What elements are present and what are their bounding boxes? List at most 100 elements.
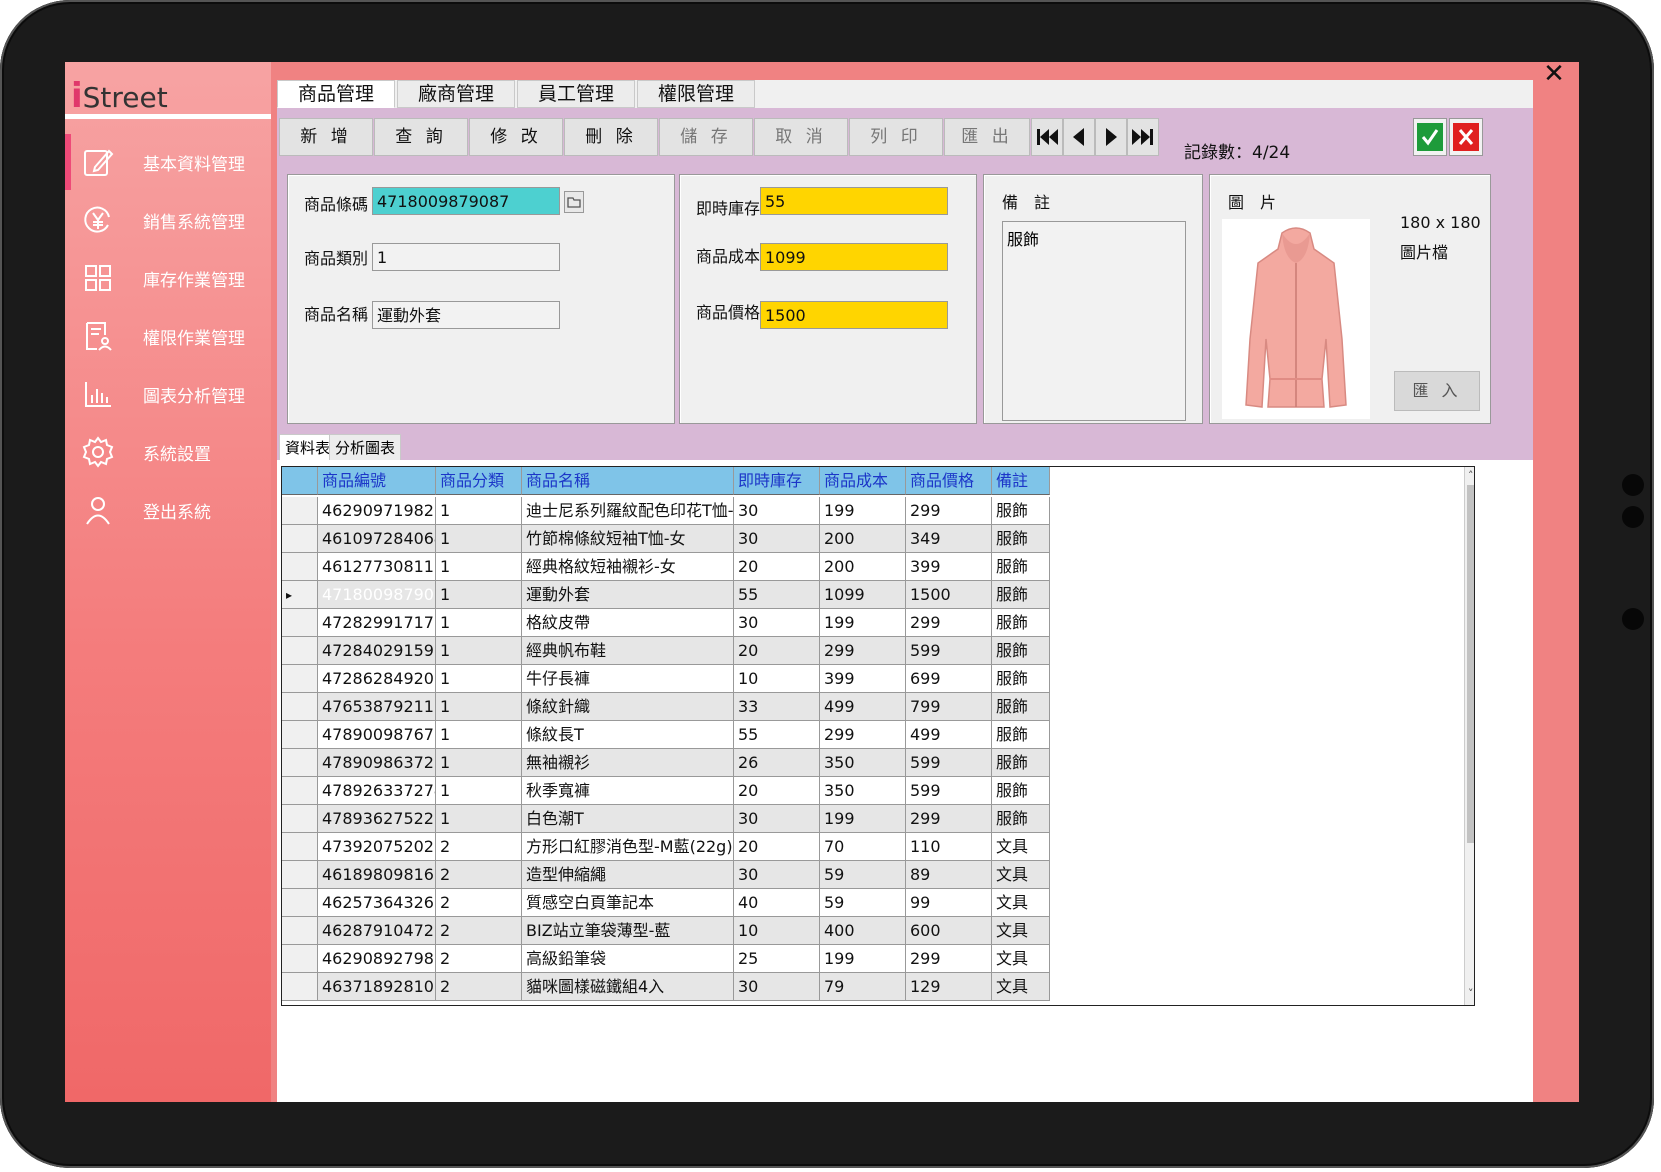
- table-row[interactable]: 46189809816782造型伸縮繩305989文具: [282, 861, 1474, 889]
- table-row[interactable]: 47392075202152方形口紅膠消色型-M藍(22g)1入2070110文…: [282, 833, 1474, 861]
- table-cell[interactable]: 599: [906, 749, 992, 777]
- table-cell[interactable]: 牛仔長褲: [522, 665, 734, 693]
- tab-permissions[interactable]: 權限管理: [637, 80, 756, 108]
- table-cell[interactable]: 高級鉛筆袋: [522, 945, 734, 973]
- table-row[interactable]: 46109728406441竹節棉條紋短袖T恤-女30200349服飾: [282, 525, 1474, 553]
- table-cell[interactable]: 499: [820, 693, 906, 721]
- table-cell[interactable]: 服飾: [992, 497, 1050, 525]
- reject-button[interactable]: [1449, 118, 1483, 156]
- table-cell[interactable]: 白色潮T: [522, 805, 734, 833]
- row-selector[interactable]: [282, 833, 318, 861]
- tab-analysis-chart[interactable]: 分析圖表: [329, 434, 402, 462]
- table-cell[interactable]: 服飾: [992, 637, 1050, 665]
- table-cell[interactable]: 299: [906, 805, 992, 833]
- table-cell[interactable]: 200: [820, 553, 906, 581]
- table-cell[interactable]: 199: [820, 945, 906, 973]
- table-cell[interactable]: 70: [820, 833, 906, 861]
- sidebar-item-inventory[interactable]: 庫存作業管理: [65, 250, 271, 306]
- table-cell[interactable]: 10: [734, 917, 820, 945]
- row-selector[interactable]: [282, 917, 318, 945]
- table-cell[interactable]: 30: [734, 861, 820, 889]
- table-cell[interactable]: BIZ站立筆袋薄型-藍: [522, 917, 734, 945]
- table-cell[interactable]: 30: [734, 973, 820, 1001]
- table-cell[interactable]: 服飾: [992, 525, 1050, 553]
- table-cell[interactable]: 1: [436, 805, 522, 833]
- table-cell[interactable]: 文具: [992, 917, 1050, 945]
- stock-field[interactable]: 55: [760, 187, 948, 215]
- category-field[interactable]: 1: [372, 243, 560, 271]
- price-field[interactable]: 1500: [760, 301, 948, 329]
- table-cell[interactable]: 350: [820, 777, 906, 805]
- row-selector[interactable]: [282, 665, 318, 693]
- table-cell[interactable]: 59: [820, 889, 906, 917]
- table-row[interactable]: 46290892798522高級鉛筆袋25199299文具: [282, 945, 1474, 973]
- table-cell[interactable]: 349: [906, 525, 992, 553]
- column-header[interactable]: 商品成本: [820, 467, 906, 495]
- row-selector[interactable]: [282, 525, 318, 553]
- table-cell[interactable]: 30: [734, 525, 820, 553]
- table-cell[interactable]: 1: [436, 609, 522, 637]
- table-cell[interactable]: 199: [820, 609, 906, 637]
- row-selector[interactable]: [282, 721, 318, 749]
- column-header[interactable]: 備註: [992, 467, 1050, 495]
- table-cell[interactable]: 4629089279852: [318, 945, 436, 973]
- sidebar-item-permission[interactable]: 權限作業管理: [65, 308, 271, 364]
- table-row[interactable]: 46257364326352質感空白頁筆記本405999文具: [282, 889, 1474, 917]
- delete-button[interactable]: 刪 除: [564, 118, 658, 156]
- table-cell[interactable]: 1500: [906, 581, 992, 609]
- table-cell[interactable]: 10: [734, 665, 820, 693]
- table-cell[interactable]: 4728628492032: [318, 665, 436, 693]
- table-row[interactable]: 47653879211781條紋針織33499799服飾: [282, 693, 1474, 721]
- table-cell[interactable]: 格紋皮帶: [522, 609, 734, 637]
- table-cell[interactable]: 秋季寬褲: [522, 777, 734, 805]
- table-cell[interactable]: 1: [436, 665, 522, 693]
- table-row[interactable]: 46127730811131經典格紋短袖襯衫-女20200399服飾: [282, 553, 1474, 581]
- column-header[interactable]: 商品分類: [436, 467, 522, 495]
- table-cell[interactable]: 350: [820, 749, 906, 777]
- row-selector[interactable]: [282, 637, 318, 665]
- tab-employees[interactable]: 員工管理: [517, 80, 636, 108]
- column-header[interactable]: 商品價格: [906, 467, 992, 495]
- table-cell[interactable]: 貓咪圖樣磁鐵組4入: [522, 973, 734, 1001]
- next-record-button[interactable]: [1095, 118, 1127, 156]
- print-button[interactable]: 列 印: [849, 118, 943, 156]
- table-cell[interactable]: 服飾: [992, 553, 1050, 581]
- tab-data-table[interactable]: 資料表: [279, 434, 337, 462]
- table-cell[interactable]: 30: [734, 497, 820, 525]
- table-row[interactable]: 47282991717191格紋皮帶30199299服飾: [282, 609, 1474, 637]
- sidebar-item-logout[interactable]: 登出系統: [65, 482, 271, 538]
- table-cell[interactable]: 699: [906, 665, 992, 693]
- row-selector[interactable]: [282, 553, 318, 581]
- close-window-icon[interactable]: ✕: [1540, 62, 1568, 88]
- table-cell[interactable]: 服飾: [992, 693, 1050, 721]
- edit-button[interactable]: 修 改: [469, 118, 563, 156]
- row-selector[interactable]: [282, 805, 318, 833]
- row-selector[interactable]: [282, 861, 318, 889]
- table-cell[interactable]: 1099: [820, 581, 906, 609]
- table-cell[interactable]: 99: [906, 889, 992, 917]
- table-cell[interactable]: 1: [436, 497, 522, 525]
- table-cell[interactable]: 299: [906, 945, 992, 973]
- table-cell[interactable]: 499: [906, 721, 992, 749]
- table-cell[interactable]: 2: [436, 945, 522, 973]
- table-cell[interactable]: 26: [734, 749, 820, 777]
- table-cell[interactable]: 文具: [992, 861, 1050, 889]
- table-cell[interactable]: 1: [436, 693, 522, 721]
- row-selector[interactable]: [282, 973, 318, 1001]
- row-selector[interactable]: [282, 693, 318, 721]
- table-row[interactable]: ▸47180098790871運動外套5510991500服飾: [282, 581, 1474, 609]
- table-cell[interactable]: 條紋針織: [522, 693, 734, 721]
- export-button[interactable]: 匯 出: [944, 118, 1030, 156]
- table-cell[interactable]: 4629097198291: [318, 497, 436, 525]
- row-selector[interactable]: [282, 889, 318, 917]
- table-cell[interactable]: 55: [734, 721, 820, 749]
- add-button[interactable]: 新 增: [279, 118, 373, 156]
- table-row[interactable]: 47893627522351白色潮T30199299服飾: [282, 805, 1474, 833]
- table-cell[interactable]: 600: [906, 917, 992, 945]
- table-cell[interactable]: 2: [436, 917, 522, 945]
- table-cell[interactable]: 文具: [992, 945, 1050, 973]
- table-cell[interactable]: 20: [734, 833, 820, 861]
- row-selector[interactable]: [282, 497, 318, 525]
- table-cell[interactable]: 399: [820, 665, 906, 693]
- cancel-button[interactable]: 取 消: [754, 118, 848, 156]
